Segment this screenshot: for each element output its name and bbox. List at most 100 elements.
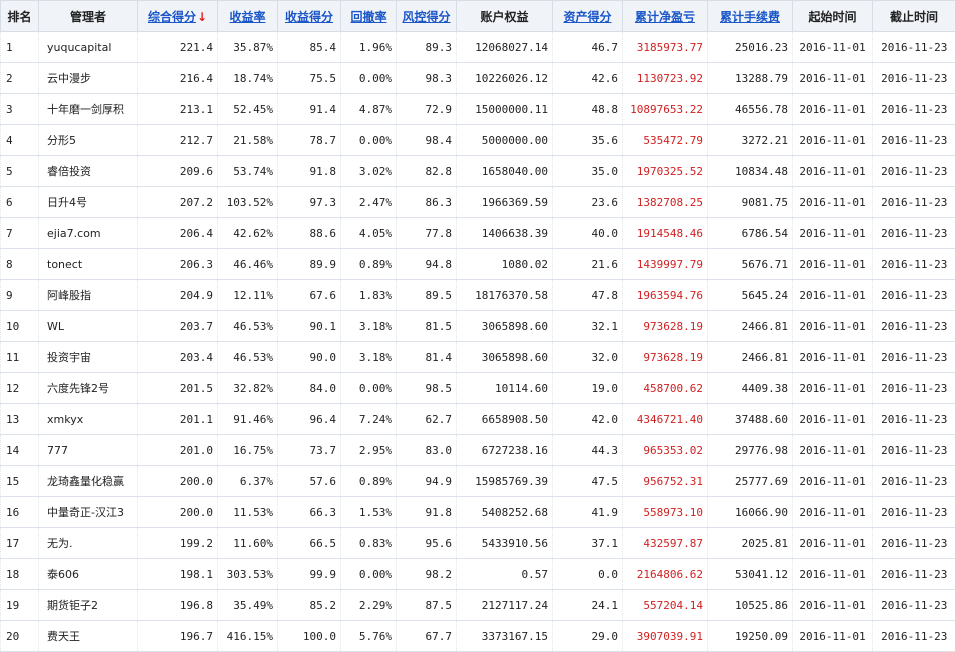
start-date-cell: 2016-11-01	[793, 156, 873, 187]
fees-cell: 25777.69	[708, 466, 793, 497]
col-return-score-header[interactable]: 收益得分	[278, 1, 341, 32]
score-cell: 213.1	[138, 94, 218, 125]
table-row: 13xmkyx201.191.46%96.47.24%62.76658908.5…	[1, 404, 955, 435]
col-score-header[interactable]: 综合得分↓	[138, 1, 218, 32]
rank-cell: 7	[1, 218, 39, 249]
table-row: 6日升4号207.2103.52%97.32.47%86.31966369.59…	[1, 187, 955, 218]
net-profit-cell: 1963594.76	[623, 280, 708, 311]
net-profit-cell: 558973.10	[623, 497, 708, 528]
risk-score-cell: 95.6	[397, 528, 457, 559]
fees-cell: 25016.23	[708, 32, 793, 63]
table-row: 16中量奇正-汉江3200.011.53%66.31.53%91.8540825…	[1, 497, 955, 528]
return-score-cell: 66.3	[278, 497, 341, 528]
equity-cell: 1658040.00	[457, 156, 553, 187]
start-date-cell: 2016-11-01	[793, 280, 873, 311]
asset-score-cell: 29.0	[553, 621, 623, 652]
fees-cell: 13288.79	[708, 63, 793, 94]
start-date-cell: 2016-11-01	[793, 590, 873, 621]
return-rate-cell: 42.62%	[218, 218, 278, 249]
asset-score-cell: 42.0	[553, 404, 623, 435]
return-score-cell: 96.4	[278, 404, 341, 435]
start-date-cell: 2016-11-01	[793, 621, 873, 652]
drawdown-cell: 0.00%	[341, 63, 397, 94]
start-date-cell: 2016-11-01	[793, 466, 873, 497]
end-date-cell: 2016-11-23	[873, 342, 955, 373]
col-risk-score-header[interactable]: 风控得分	[397, 1, 457, 32]
score-cell: 209.6	[138, 156, 218, 187]
col-drawdown-header[interactable]: 回撤率	[341, 1, 397, 32]
table-row: 5睿倍投资209.653.74%91.83.02%82.81658040.003…	[1, 156, 955, 187]
net-profit-cell: 3185973.77	[623, 32, 708, 63]
score-cell: 201.0	[138, 435, 218, 466]
equity-cell: 15000000.11	[457, 94, 553, 125]
return-rate-cell: 21.58%	[218, 125, 278, 156]
net-profit-cell: 4346721.40	[623, 404, 708, 435]
end-date-cell: 2016-11-23	[873, 435, 955, 466]
risk-score-cell: 98.5	[397, 373, 457, 404]
drawdown-cell: 1.96%	[341, 32, 397, 63]
table-row: 8tonect206.346.46%89.90.89%94.81080.0221…	[1, 249, 955, 280]
start-date-cell: 2016-11-01	[793, 311, 873, 342]
rank-cell: 14	[1, 435, 39, 466]
col-end-header: 截止时间	[873, 1, 955, 32]
return-rate-cell: 53.74%	[218, 156, 278, 187]
net-profit-cell: 458700.62	[623, 373, 708, 404]
manager-cell: 费天王	[39, 621, 138, 652]
start-date-cell: 2016-11-01	[793, 218, 873, 249]
manager-cell: 分形5	[39, 125, 138, 156]
fees-cell: 10834.48	[708, 156, 793, 187]
return-rate-cell: 416.15%	[218, 621, 278, 652]
end-date-cell: 2016-11-23	[873, 497, 955, 528]
asset-score-cell: 46.7	[553, 32, 623, 63]
manager-cell: 777	[39, 435, 138, 466]
net-profit-cell: 10897653.22	[623, 94, 708, 125]
end-date-cell: 2016-11-23	[873, 280, 955, 311]
fees-cell: 10525.86	[708, 590, 793, 621]
table-header: 排名 管理者 综合得分↓ 收益率 收益得分 回撤率 风控得分 账户权益 资产得分…	[1, 1, 955, 32]
return-rate-cell: 18.74%	[218, 63, 278, 94]
drawdown-cell: 0.00%	[341, 373, 397, 404]
equity-cell: 12068027.14	[457, 32, 553, 63]
score-cell: 212.7	[138, 125, 218, 156]
end-date-cell: 2016-11-23	[873, 249, 955, 280]
equity-cell: 3373167.15	[457, 621, 553, 652]
end-date-cell: 2016-11-23	[873, 156, 955, 187]
manager-cell: 龙琦鑫量化稳赢	[39, 466, 138, 497]
return-score-cell: 57.6	[278, 466, 341, 497]
start-date-cell: 2016-11-01	[793, 94, 873, 125]
drawdown-cell: 2.29%	[341, 590, 397, 621]
return-score-cell: 90.1	[278, 311, 341, 342]
score-cell: 207.2	[138, 187, 218, 218]
return-score-cell: 67.6	[278, 280, 341, 311]
equity-cell: 6727238.16	[457, 435, 553, 466]
risk-score-cell: 72.9	[397, 94, 457, 125]
manager-cell: xmkyx	[39, 404, 138, 435]
sort-desc-arrow-icon: ↓	[197, 10, 207, 24]
table-row: 19期货钜子2196.835.49%85.22.29%87.52127117.2…	[1, 590, 955, 621]
fees-cell: 4409.38	[708, 373, 793, 404]
col-net-profit-header[interactable]: 累计净盈亏	[623, 1, 708, 32]
score-cell: 201.1	[138, 404, 218, 435]
manager-cell: ejia7.com	[39, 218, 138, 249]
return-score-cell: 66.5	[278, 528, 341, 559]
net-profit-cell: 557204.14	[623, 590, 708, 621]
rank-cell: 15	[1, 466, 39, 497]
start-date-cell: 2016-11-01	[793, 249, 873, 280]
drawdown-cell: 3.02%	[341, 156, 397, 187]
asset-score-cell: 42.6	[553, 63, 623, 94]
asset-score-cell: 35.0	[553, 156, 623, 187]
asset-score-cell: 32.1	[553, 311, 623, 342]
equity-cell: 2127117.24	[457, 590, 553, 621]
net-profit-cell: 973628.19	[623, 311, 708, 342]
asset-score-cell: 35.6	[553, 125, 623, 156]
asset-score-cell: 21.6	[553, 249, 623, 280]
col-return-rate-header[interactable]: 收益率	[218, 1, 278, 32]
manager-cell: 阿峰股指	[39, 280, 138, 311]
col-asset-score-header[interactable]: 资产得分	[553, 1, 623, 32]
rank-cell: 17	[1, 528, 39, 559]
score-cell: 203.4	[138, 342, 218, 373]
net-profit-cell: 1382708.25	[623, 187, 708, 218]
fees-cell: 2466.81	[708, 311, 793, 342]
col-fees-header[interactable]: 累计手续费	[708, 1, 793, 32]
return-rate-cell: 11.60%	[218, 528, 278, 559]
